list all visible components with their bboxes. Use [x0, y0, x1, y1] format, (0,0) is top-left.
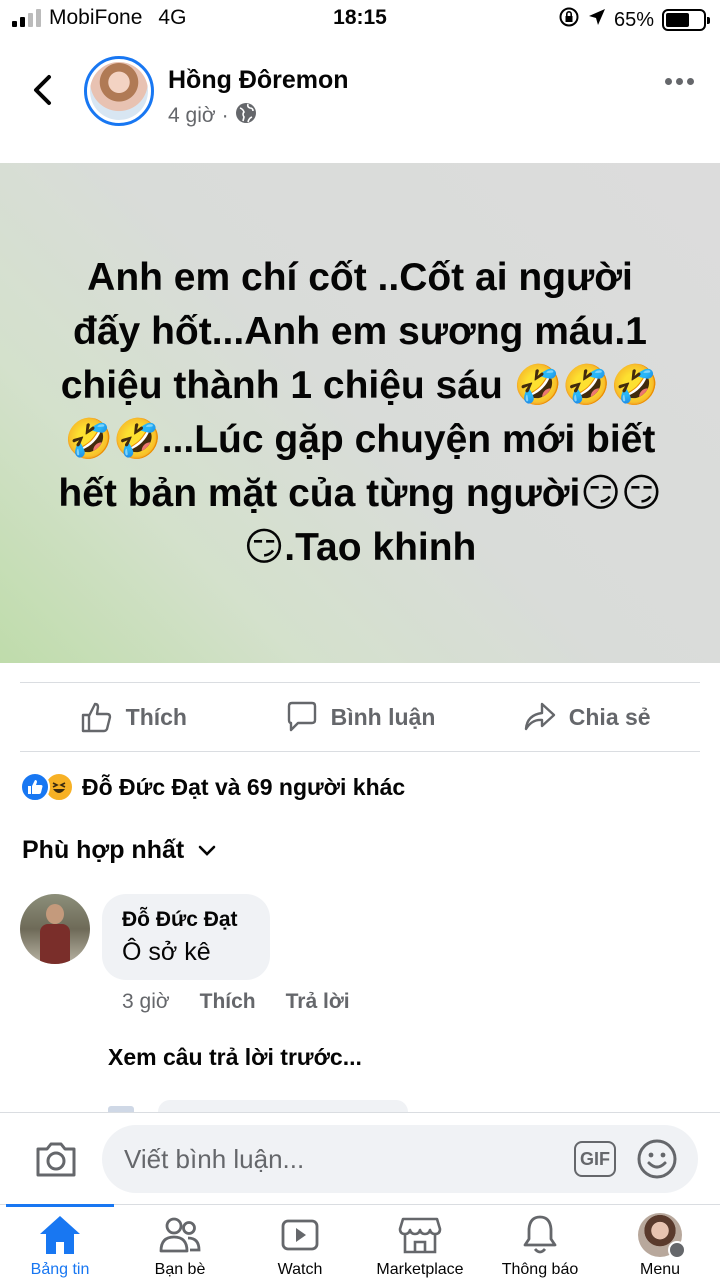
tab-home[interactable]: Bảng tin [0, 1204, 120, 1280]
commenter-avatar[interactable] [20, 894, 90, 964]
tab-watch-label: Watch [277, 1261, 323, 1278]
chevron-left-icon [34, 75, 51, 105]
post-meta: 4 giờ · [168, 102, 257, 130]
comment-text: Ô sở kê [122, 938, 211, 966]
tab-menu-label: Menu [639, 1261, 681, 1278]
tab-menu[interactable]: Menu [600, 1205, 720, 1280]
tab-watch[interactable]: Watch [240, 1205, 360, 1280]
comment-label: Bình luận [330, 703, 436, 730]
thumbs-up-icon [81, 702, 111, 733]
tab-friends[interactable]: Bạn bè [120, 1205, 240, 1280]
comment-icon [287, 701, 316, 732]
menu-avatar [638, 1213, 686, 1259]
reactions-text: Đỗ Đức Đạt và 69 người khác [82, 773, 406, 800]
menu-badge-icon [668, 1241, 686, 1259]
comment-composer: GIF [0, 1112, 720, 1204]
reactions-summary[interactable]: Đỗ Đức Đạt và 69 người khác [20, 770, 405, 804]
emoji-button[interactable] [636, 1138, 678, 1185]
share-label: Chia sẻ [568, 703, 651, 730]
more-options-button[interactable] [665, 78, 694, 85]
share-button[interactable]: Chia sẻ [473, 683, 700, 751]
post-action-bar: Thích Bình luận Chia sẻ [20, 682, 700, 752]
post-header: Hồng Đôremon 4 giờ · [0, 52, 720, 142]
comment-reply-button[interactable]: Trả lời [286, 990, 350, 1014]
author-avatar[interactable] [84, 56, 154, 126]
meta-separator: · [221, 104, 229, 127]
battery-icon [662, 9, 710, 31]
tab-marketplace-label: Marketplace [376, 1261, 464, 1278]
like-reaction-icon [20, 772, 50, 802]
share-icon [524, 702, 555, 731]
chevron-down-icon [198, 845, 216, 856]
like-button[interactable]: Thích [20, 683, 247, 751]
comment-bubble: Đỗ Đức Đạt Ô sở kê [102, 894, 270, 980]
comment-button[interactable]: Bình luận [247, 683, 474, 751]
comment-time: 3 giờ [122, 990, 170, 1013]
author-name[interactable]: Hồng Đôremon [168, 66, 349, 95]
smiley-icon [637, 1139, 677, 1179]
battery-percent: 65% [613, 8, 654, 31]
tab-notifications-label: Thông báo [501, 1261, 579, 1278]
status-bar: MobiFone 4G 18:15 65% [0, 0, 720, 38]
post-background: Anh em chí cốt ..Cốt ai người đấy hốt...… [0, 163, 720, 663]
post-time[interactable]: 4 giờ [168, 104, 216, 128]
watch-icon [281, 1219, 319, 1251]
rotation-lock-icon [558, 6, 580, 34]
bell-icon [523, 1215, 557, 1254]
camera-icon [36, 1142, 76, 1177]
marketplace-icon [398, 1217, 442, 1254]
commenter-name[interactable]: Đỗ Đức Đạt [122, 908, 250, 932]
globe-icon [235, 102, 257, 130]
location-icon [588, 8, 606, 32]
comment-actions: 3 giờ Thích Trả lời [122, 990, 350, 1014]
bottom-tab-bar: Bảng tin Bạn bè Watch Marketplace Thông … [0, 1204, 720, 1280]
friends-icon [159, 1217, 201, 1253]
comment-like-button[interactable]: Thích [200, 990, 256, 1014]
tab-notifications[interactable]: Thông báo [480, 1205, 600, 1280]
gif-button[interactable]: GIF [574, 1141, 616, 1177]
tab-marketplace[interactable]: Marketplace [360, 1205, 480, 1280]
comment-sort-dropdown[interactable]: Phù hợp nhất [22, 836, 216, 865]
sort-label: Phù hợp nhất [22, 836, 185, 864]
home-icon [40, 1216, 80, 1254]
post-text: Anh em chí cốt ..Cốt ai người đấy hốt...… [58, 256, 662, 569]
like-label: Thích [125, 703, 187, 730]
camera-button[interactable] [34, 1139, 78, 1184]
reaction-icons [20, 772, 74, 802]
view-previous-replies[interactable]: Xem câu trả lời trước... [108, 1044, 362, 1071]
tab-home-label: Bảng tin [30, 1261, 90, 1278]
next-comment-bubble [158, 1100, 408, 1112]
back-button[interactable] [24, 72, 60, 108]
tab-friends-label: Bạn bè [154, 1261, 206, 1278]
status-right: 65% [558, 6, 710, 34]
